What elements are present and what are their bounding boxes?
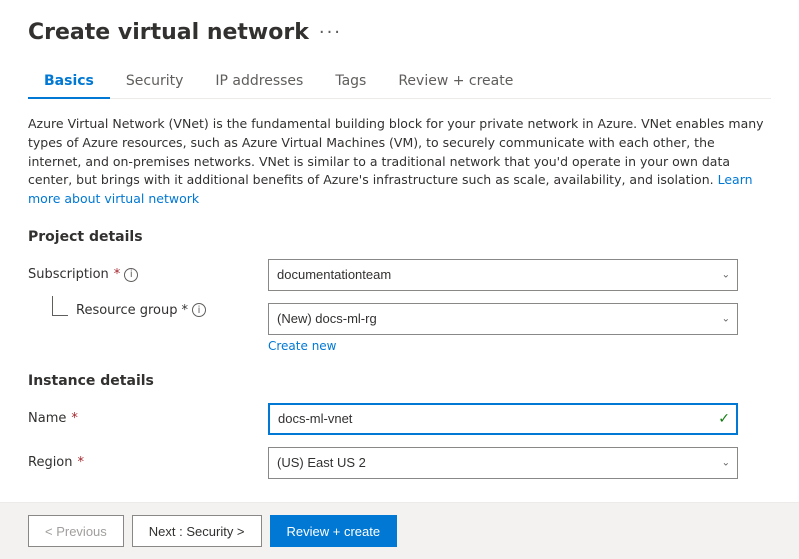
name-input[interactable] [268,403,738,435]
project-details-section: Project details Subscription * i documen… [28,229,771,353]
subscription-select[interactable]: documentationteam [268,259,738,291]
subscription-select-wrapper: documentationteam ⌄ [268,259,738,291]
resource-group-select[interactable]: (New) docs-ml-rg [268,303,738,335]
page-title: Create virtual network [28,20,309,45]
instance-details-title: Instance details [28,373,771,389]
resource-group-row: Resource group * i (New) docs-ml-rg ⌄ [28,303,771,335]
tab-bar: Basics Security IP addresses Tags Review… [28,65,771,99]
subscription-info-icon[interactable]: i [124,268,138,282]
review-create-button[interactable]: Review + create [270,515,398,547]
resource-group-label: Resource group * i [28,303,268,318]
name-input-wrapper: ✓ [268,403,738,435]
name-control: ✓ [268,403,738,435]
subscription-label: Subscription * i [28,267,268,282]
indent-line [52,296,68,316]
resource-group-select-wrapper: (New) docs-ml-rg ⌄ [268,303,738,335]
tab-tags[interactable]: Tags [319,65,382,99]
create-new-resource-group-link[interactable]: Create new [268,339,771,353]
tab-basics[interactable]: Basics [28,65,110,99]
previous-button[interactable]: < Previous [28,515,124,547]
subscription-row: Subscription * i documentationteam ⌄ [28,259,771,291]
region-row: Region * (US) East US 2 ⌄ [28,447,771,479]
resource-group-control: (New) docs-ml-rg ⌄ [268,303,738,335]
name-label: Name * [28,411,268,426]
tab-review-create[interactable]: Review + create [382,65,529,99]
next-security-button[interactable]: Next : Security > [132,515,262,547]
region-select[interactable]: (US) East US 2 [268,447,738,479]
name-required: * [71,411,78,426]
resource-group-info-icon[interactable]: i [192,303,206,317]
tab-ip-addresses[interactable]: IP addresses [199,65,319,99]
project-details-title: Project details [28,229,771,245]
region-select-wrapper: (US) East US 2 ⌄ [268,447,738,479]
subscription-required: * [114,267,121,282]
description-text: Azure Virtual Network (VNet) is the fund… [28,115,768,209]
tab-security[interactable]: Security [110,65,200,99]
resource-group-required: * [182,303,189,318]
subscription-control: documentationteam ⌄ [268,259,738,291]
footer: < Previous Next : Security > Review + cr… [0,502,799,559]
instance-details-section: Instance details Name * ✓ Region * [28,373,771,479]
region-required: * [78,455,85,470]
region-label: Region * [28,455,268,470]
name-check-icon: ✓ [718,411,730,427]
name-row: Name * ✓ [28,403,771,435]
region-control: (US) East US 2 ⌄ [268,447,738,479]
more-options-button[interactable]: ··· [319,22,342,43]
